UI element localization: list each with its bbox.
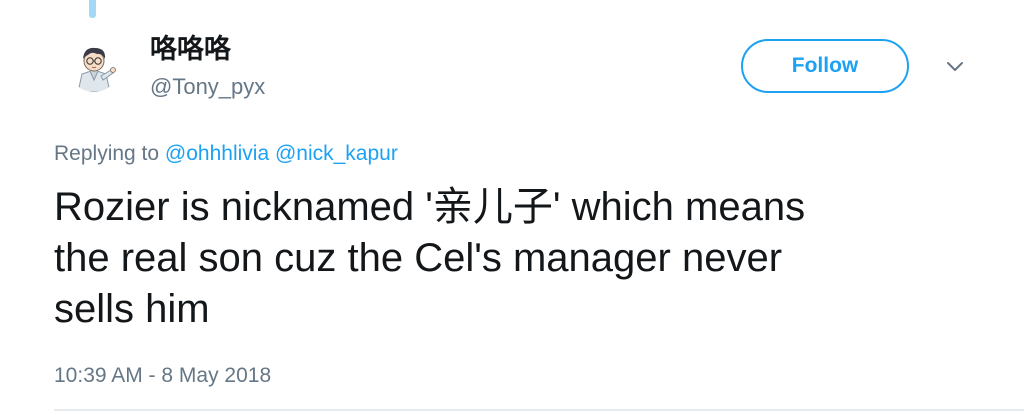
avatar[interactable] [68,40,120,92]
more-options-button[interactable] [944,57,966,75]
divider [54,409,1024,411]
tweet-text-line: Rozier is nicknamed '亲儿子' which means [54,185,806,229]
replying-to-line: Replying to @ohhhlivia @nick_kapur [54,141,398,167]
chevron-down-icon [947,62,963,71]
tweet-text-line: the real son cuz the Cel's manager never [54,236,783,280]
tweet-timestamp[interactable]: 10:39 AM - 8 May 2018 [54,363,271,389]
mention-link[interactable]: @ohhhlivia [165,142,269,165]
tweet-text-line: sells him [54,287,210,331]
user-handle[interactable]: @Tony_pyx [150,74,265,100]
mention-link[interactable]: @nick_kapur [275,142,398,165]
display-name[interactable]: 咯咯咯 [150,33,231,65]
tweet-text: Rozier is nicknamed '亲儿子' which means th… [54,182,984,335]
anime-character-avatar-icon [68,40,120,92]
thread-connector-line [89,0,96,18]
follow-button[interactable]: Follow [741,39,909,93]
replying-to-label: Replying to [54,142,160,165]
